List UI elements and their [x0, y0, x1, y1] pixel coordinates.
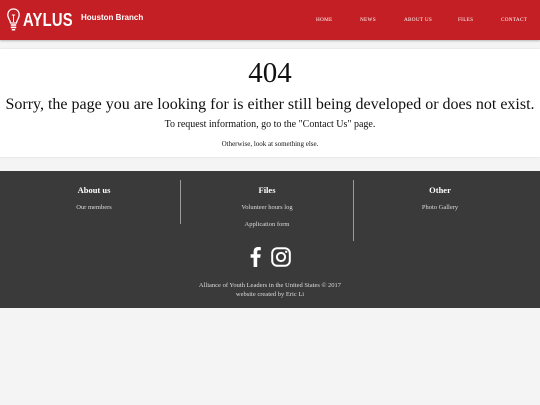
- credit-text: website created by Eric Li: [235, 291, 305, 298]
- footer-col-about: About us Our members: [4, 185, 184, 212]
- footer-link-our-members[interactable]: Our members: [4, 203, 184, 212]
- contact-info-text: To request information, go to the "Conta…: [164, 119, 376, 130]
- social-links: [0, 246, 540, 268]
- footer-col-other: Other Photo Gallery: [350, 185, 530, 212]
- footer-link-volunteer-log[interactable]: Volunteer hours log: [177, 203, 357, 212]
- footer-other-title: Other: [429, 185, 451, 195]
- brand-logo[interactable]: AYLUS Houston Branch: [7, 6, 143, 34]
- nav-about-us[interactable]: ABOUT US: [404, 17, 432, 23]
- nav-news[interactable]: NEWS: [360, 17, 376, 23]
- nav-home[interactable]: HOME: [316, 17, 332, 23]
- error-code: 404: [248, 57, 292, 89]
- nav-contact[interactable]: CONTACT: [501, 17, 527, 23]
- brand-name: AYLUS: [23, 9, 73, 30]
- brand-branch: Houston Branch: [81, 13, 144, 22]
- lightbulb-icon: [7, 8, 20, 31]
- error-card: 404 Sorry, the page you are looking for …: [0, 49, 540, 157]
- navbar: AYLUS Houston Branch HOME NEWS ABOUT US …: [0, 0, 540, 40]
- footer: About us Our members Files Volunteer hou…: [0, 171, 540, 308]
- footer-about-title: About us: [77, 185, 111, 195]
- copyright-text: Alliance of Youth Leaders in the United …: [198, 282, 342, 289]
- footer-files-title: Files: [258, 185, 276, 195]
- error-message: Sorry, the page you are looking for is e…: [5, 96, 535, 113]
- footer-col-files: Files Volunteer hours log Application fo…: [177, 185, 357, 229]
- footer-link-photo-gallery[interactable]: Photo Gallery: [350, 203, 530, 212]
- facebook-icon[interactable]: [250, 246, 261, 267]
- instagram-icon[interactable]: [271, 247, 291, 267]
- other-text: Otherwise, look at something else.: [221, 140, 319, 148]
- nav-files[interactable]: FILES: [458, 17, 473, 23]
- footer-link-application-form[interactable]: Application form: [177, 220, 357, 229]
